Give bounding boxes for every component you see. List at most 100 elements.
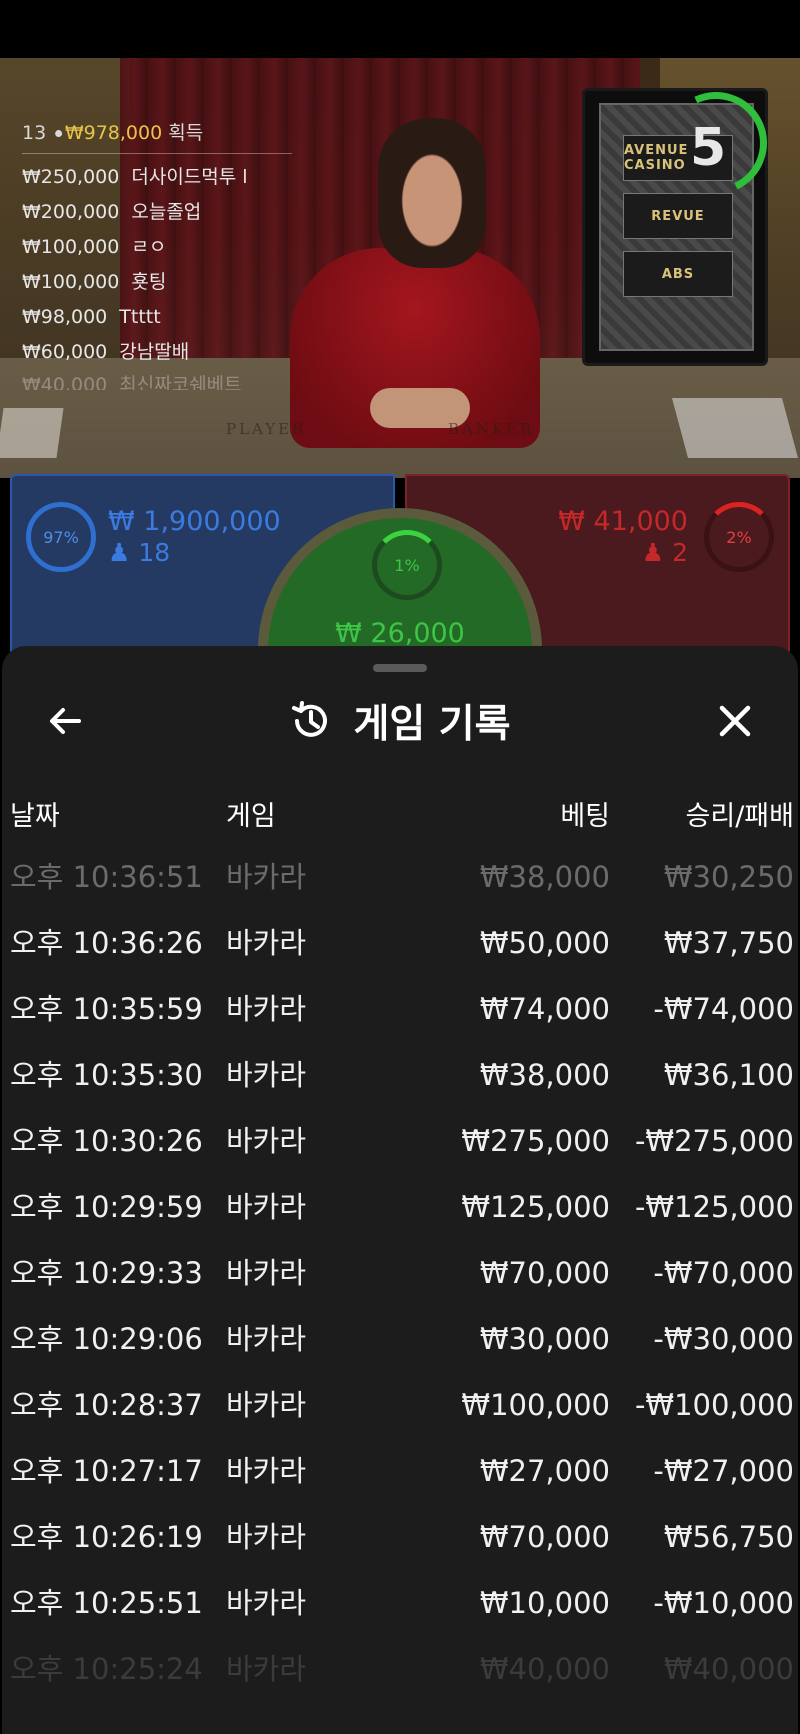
betting-area: 97% ₩ 1,900,000 ♟ 18 2% ₩ 41,000 ♟ 2 1% … xyxy=(0,470,800,792)
row-game: 바카라 xyxy=(226,1322,307,1356)
row-game: 바카라 xyxy=(226,992,307,1026)
history-row[interactable]: 오후 10:35:59 바카라 ₩74,000 -₩74,000 xyxy=(2,976,798,1042)
row-game: 바카라 xyxy=(226,1190,307,1224)
row-bet: ₩10,000 xyxy=(479,1586,610,1620)
winners-total: ₩978,000 xyxy=(64,122,163,144)
winner-row: ₩250,000 더사이드먹투 l xyxy=(22,160,292,195)
user-icon: ♟ xyxy=(641,538,665,567)
winner-name: 강남딸배 xyxy=(119,341,190,363)
winner-amount: ₩200,000 xyxy=(22,201,120,223)
sheet-title: 게임 기록 xyxy=(353,702,511,747)
close-button[interactable] xyxy=(710,696,760,746)
tie-total-amount: ₩ 26,000 xyxy=(335,618,465,649)
row-bet: ₩27,000 xyxy=(479,1454,610,1488)
winner-name: 오늘졸업 xyxy=(131,201,202,223)
history-row[interactable]: 오후 10:28:37 바카라 ₩100,000 -₩100,000 xyxy=(2,1372,798,1438)
dealer-head xyxy=(378,118,486,268)
history-clock-icon xyxy=(289,699,333,743)
winner-amount: ₩250,000 xyxy=(22,166,120,188)
sheet-drag-handle[interactable] xyxy=(373,664,427,672)
winner-row: ₩100,000 ㄹㅇ xyxy=(22,230,292,265)
row-date: 오후 10:27:17 xyxy=(10,1454,203,1488)
history-row[interactable]: 오후 10:27:17 바카라 ₩27,000 -₩27,000 xyxy=(2,1438,798,1504)
column-header-date: 날짜 xyxy=(10,801,60,832)
winner-row: ₩200,000 오늘졸업 xyxy=(22,195,292,230)
row-date: 오후 10:35:59 xyxy=(10,992,203,1026)
row-result: ₩36,100 xyxy=(663,1058,794,1092)
row-result: -₩125,000 xyxy=(634,1190,794,1224)
history-row[interactable]: 오후 10:26:19 바카라 ₩70,000 ₩56,750 xyxy=(2,1504,798,1570)
row-result: -₩30,000 xyxy=(653,1322,794,1356)
table-label-banker: BANKER xyxy=(448,420,535,438)
winner-name: ㄹㅇ xyxy=(131,236,167,258)
sponsor-revue: REVUE xyxy=(623,193,733,239)
card-shoe xyxy=(0,408,64,458)
player-total-amount: ₩ 1,900,000 xyxy=(108,506,281,537)
winner-row: ₩100,000 횻팅 xyxy=(22,265,292,300)
winner-amount: ₩98,000 xyxy=(22,306,108,328)
row-bet: ₩74,000 xyxy=(479,992,610,1026)
row-result: -₩27,000 xyxy=(653,1454,794,1488)
row-bet: ₩38,000 xyxy=(479,860,610,894)
row-bet: ₩70,000 xyxy=(479,1520,610,1554)
row-result: ₩56,750 xyxy=(663,1520,794,1554)
winner-row: ₩98,000 Ttttt xyxy=(22,300,292,335)
player-bettor-count: ♟ 18 xyxy=(108,538,170,567)
history-row[interactable]: 오후 10:36:26 바카라 ₩50,000 ₩37,750 xyxy=(2,910,798,976)
player-percent-ring: 97% xyxy=(26,502,96,572)
row-result: -₩70,000 xyxy=(653,1256,794,1290)
user-icon: ♟ xyxy=(108,538,131,567)
row-game: 바카라 xyxy=(226,1586,307,1620)
row-game: 바카라 xyxy=(226,1124,307,1158)
tie-percent-ring: 1% xyxy=(372,530,442,600)
row-date: 오후 10:36:51 xyxy=(10,860,203,894)
live-video: PLAYER BANKER 13 ⚫₩978,000 획득 ₩250,000 더사… xyxy=(0,58,800,478)
winner-amount: ₩100,000 xyxy=(22,271,120,293)
history-row[interactable]: 오후 10:25:24 바카라 ₩40,000 ₩40,000 xyxy=(2,1636,798,1702)
winner-name: Ttttt xyxy=(119,306,161,328)
column-header-result: 승리/패배 xyxy=(685,801,794,832)
row-date: 오후 10:29:06 xyxy=(10,1322,203,1356)
row-result: ₩37,750 xyxy=(663,926,794,960)
row-result: -₩74,000 xyxy=(653,992,794,1026)
row-date: 오후 10:28:37 xyxy=(10,1388,203,1422)
history-row[interactable]: 오후 10:29:59 바카라 ₩125,000 -₩125,000 xyxy=(2,1174,798,1240)
row-bet: ₩70,000 xyxy=(479,1256,610,1290)
row-game: 바카라 xyxy=(226,1388,307,1422)
user-icon: ⚫ xyxy=(52,125,65,143)
banker-count-value: 2 xyxy=(672,538,688,567)
player-count-value: 18 xyxy=(138,538,171,567)
game-history-sheet: 게임 기록 날짜 게임 베팅 승리/패배 오후 10:36:51 바카라 ₩38,0… xyxy=(2,646,798,1734)
status-bar xyxy=(0,0,800,58)
row-date: 오후 10:36:26 xyxy=(10,926,203,960)
bet-timer: 5 xyxy=(690,118,727,178)
history-row[interactable]: 오후 10:30:26 바카라 ₩275,000 -₩275,000 xyxy=(2,1108,798,1174)
history-table-body: 오후 10:36:51 바카라 ₩38,000 ₩30,250 오후 10:36:26 바… xyxy=(2,844,798,1702)
winner-name: 횻팅 xyxy=(131,271,167,293)
history-row[interactable]: 오후 10:35:30 바카라 ₩38,000 ₩36,100 xyxy=(2,1042,798,1108)
row-game: 바카라 xyxy=(226,1520,307,1554)
sheet-header: 게임 기록 xyxy=(2,696,798,747)
row-result: -₩10,000 xyxy=(653,1586,794,1620)
row-game: 바카라 xyxy=(226,860,307,894)
winner-amount: ₩40,000 xyxy=(22,374,108,390)
banker-total-amount: ₩ 41,000 xyxy=(558,506,688,537)
row-date: 오후 10:29:33 xyxy=(10,1256,203,1290)
winners-count: 13 xyxy=(22,122,47,144)
row-bet: ₩40,000 xyxy=(479,1652,610,1686)
player-percent: 97% xyxy=(43,527,79,547)
history-row[interactable]: 오후 10:29:33 바카라 ₩70,000 -₩70,000 xyxy=(2,1240,798,1306)
sponsor-abs: ABS xyxy=(623,251,733,297)
row-game: 바카라 xyxy=(226,926,307,960)
row-game: 바카라 xyxy=(226,1454,307,1488)
row-result: ₩30,250 xyxy=(663,860,794,894)
history-row[interactable]: 오후 10:36:51 바카라 ₩38,000 ₩30,250 xyxy=(2,844,798,910)
history-row[interactable]: 오후 10:29:06 바카라 ₩30,000 -₩30,000 xyxy=(2,1306,798,1372)
history-row[interactable]: 오후 10:25:51 바카라 ₩10,000 -₩10,000 xyxy=(2,1570,798,1636)
winner-name: 최신짜코쉐베트 xyxy=(119,374,242,390)
banker-percent: 2% xyxy=(726,527,752,547)
row-date: 오후 10:25:24 xyxy=(10,1652,203,1686)
banker-bettor-count: ♟ 2 xyxy=(642,538,688,567)
history-table-header: 날짜 게임 베팅 승리/패배 xyxy=(2,794,798,834)
winner-row: ₩40,000 최신짜코쉐베트 xyxy=(22,370,292,390)
